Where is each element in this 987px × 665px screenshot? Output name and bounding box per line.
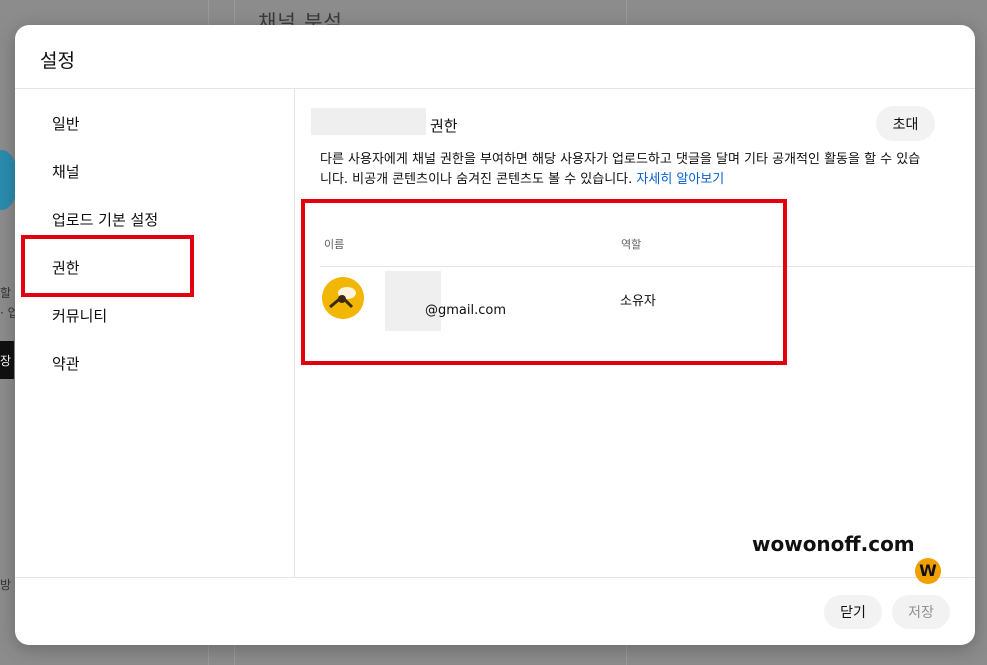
close-button[interactable]: 닫기 [824, 595, 882, 629]
description-text: 다른 사용자에게 채널 권한을 부여하면 해당 사용자가 업로드하고 댓글을 달… [320, 152, 921, 187]
dialog-header: 설정 [15, 25, 975, 89]
sidebar-item-general[interactable]: 일반 [52, 113, 80, 134]
sidebar-item-agreements[interactable]: 약관 [52, 353, 80, 374]
learn-more-link[interactable]: 자세히 알아보기 [636, 172, 724, 187]
background-snippet: 할 [0, 286, 12, 300]
permissions-title: 권한 [430, 117, 458, 135]
redacted-channel-name [311, 108, 426, 135]
watermark: wowonoff.com [752, 532, 915, 556]
watermark-badge-icon: W [915, 558, 941, 584]
highlight-box-member-table [301, 199, 787, 365]
sidebar-item-channel[interactable]: 채널 [52, 161, 80, 182]
background-snippet: 장 [0, 354, 12, 368]
settings-sidebar: 일반 채널 업로드 기본 설정 권한 커뮤니티 약관 [15, 89, 295, 577]
watermark-text: wowonoff.com [752, 532, 915, 556]
invite-button[interactable]: 초대 [876, 106, 935, 141]
sidebar-item-upload-defaults[interactable]: 업로드 기본 설정 [52, 209, 158, 230]
highlight-box-permissions-nav [21, 235, 194, 297]
background-snippet: 방 [0, 578, 12, 592]
permissions-description: 다른 사용자에게 채널 권한을 부여하면 해당 사용자가 업로드하고 댓글을 달… [320, 150, 932, 190]
dialog-title: 설정 [40, 50, 75, 72]
save-button[interactable]: 저장 [892, 595, 950, 629]
sidebar-item-community[interactable]: 커뮤니티 [52, 305, 107, 326]
